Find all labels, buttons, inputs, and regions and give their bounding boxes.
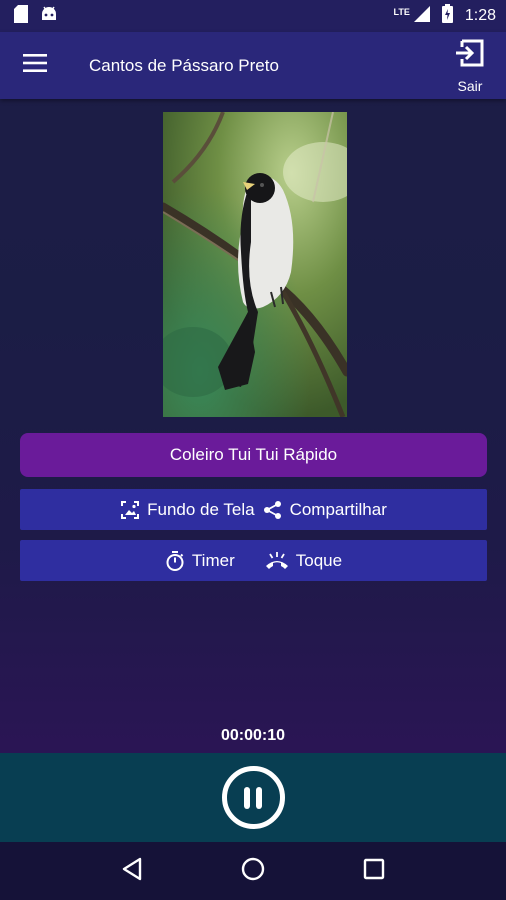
bird-photo	[163, 112, 347, 417]
exit-button[interactable]: Sair	[434, 32, 506, 99]
page-title: Cantos de Pássaro Preto	[89, 55, 279, 75]
recents-square-icon	[363, 858, 385, 885]
android-icon	[40, 6, 58, 27]
back-triangle-icon	[121, 857, 143, 886]
song-button[interactable]: Coleiro Tui Tui Rápido	[20, 433, 487, 477]
player-bar	[0, 753, 506, 842]
timer-label: Timer	[191, 550, 235, 570]
share-label: Compartilhar	[289, 499, 387, 519]
pause-button[interactable]	[221, 766, 285, 829]
nav-back-button[interactable]	[112, 851, 152, 891]
network-type: LTE	[393, 7, 410, 17]
share-icon	[263, 500, 283, 520]
ringing-phone-icon	[265, 551, 289, 571]
pause-icon-bar-right	[256, 786, 262, 809]
wallpaper-button[interactable]: Fundo de Tela	[116, 500, 258, 520]
pause-icon-bar-left	[244, 786, 250, 809]
wallpaper-icon	[120, 500, 140, 520]
action-row-1: Fundo de Tela Compartilhar	[20, 489, 487, 530]
nav-recents-button[interactable]	[354, 851, 394, 891]
menu-button[interactable]	[0, 32, 70, 99]
share-button[interactable]: Compartilhar	[259, 500, 391, 520]
exit-label: Sair	[457, 78, 483, 94]
battery-charging-icon	[441, 4, 453, 28]
elapsed-time: 00:00:10	[220, 727, 286, 744]
song-button-label: Coleiro Tui Tui Rápido	[169, 445, 338, 464]
action-row-2: Timer Toque	[20, 540, 487, 581]
ringtone-button[interactable]: Toque	[261, 551, 346, 571]
status-bar: LTE 1:28	[0, 0, 506, 32]
app-bar: Cantos de Pássaro Preto Sair	[0, 32, 506, 99]
stopwatch-icon	[165, 550, 185, 571]
sd-card-icon	[14, 4, 28, 28]
timer-button[interactable]: Timer	[161, 550, 239, 571]
clock: 1:28	[464, 7, 496, 24]
wallpaper-label: Fundo de Tela	[147, 499, 255, 519]
signal-icon	[413, 5, 430, 27]
hamburger-icon	[23, 54, 47, 77]
home-circle-icon	[241, 857, 265, 886]
system-nav-bar	[0, 842, 506, 900]
exit-icon	[454, 37, 486, 74]
nav-home-button[interactable]	[233, 851, 273, 891]
ringtone-label: Toque	[295, 550, 343, 570]
